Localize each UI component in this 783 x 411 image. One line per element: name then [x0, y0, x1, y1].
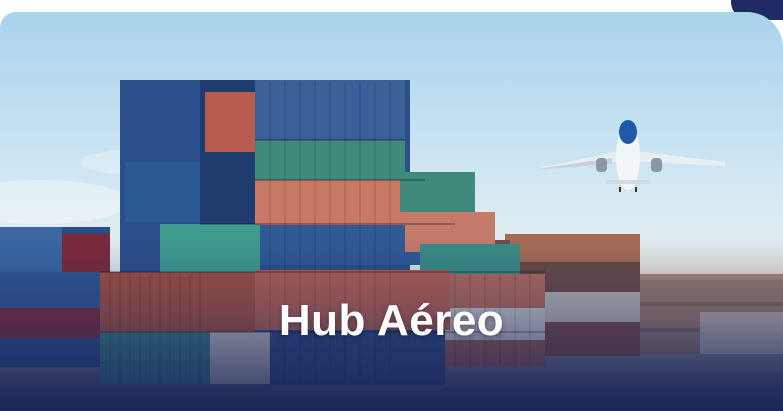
card-title: Hub Aéreo — [278, 296, 505, 345]
airplane-graphic — [530, 120, 725, 192]
hub-aereo-card[interactable]: Hub Aéreo — [0, 12, 783, 411]
top-strip — [0, 0, 783, 12]
